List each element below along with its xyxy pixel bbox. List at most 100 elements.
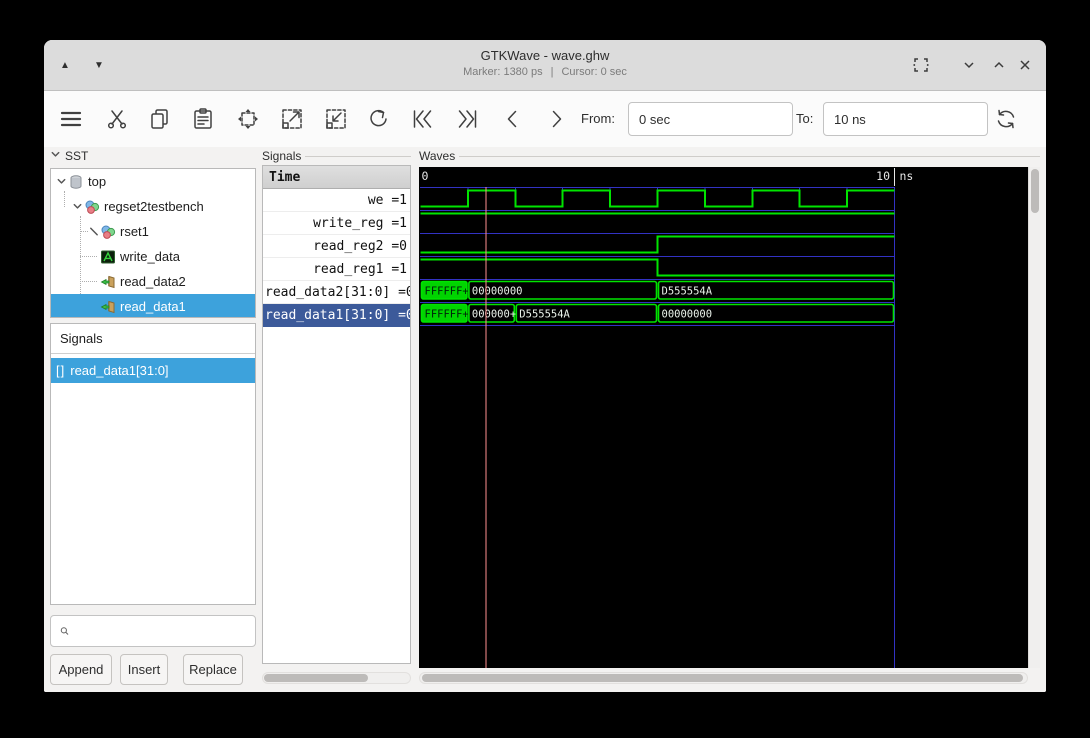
undo-icon[interactable] bbox=[367, 107, 391, 131]
vector-value-label: D555554A bbox=[519, 309, 570, 321]
signals-frame-label: Signals bbox=[262, 149, 301, 163]
vector-value-label: FFFFFF+ bbox=[425, 286, 469, 298]
tree-item-label: regset2testbench bbox=[104, 199, 204, 214]
bit-trace-we bbox=[421, 191, 895, 207]
waves-vertical-scrollbar[interactable] bbox=[1028, 167, 1040, 668]
signal-row-read_data1[31:0][interactable]: read_data1[31:0] =00000000 bbox=[263, 304, 410, 327]
tree-item-label: read_data1 bbox=[120, 299, 186, 314]
paned-splitter-right[interactable] bbox=[412, 149, 416, 687]
signals-box-header: Signals bbox=[51, 324, 255, 354]
reload-icon[interactable] bbox=[994, 107, 1018, 131]
paste-icon[interactable] bbox=[191, 107, 215, 131]
shade-up-icon[interactable] bbox=[990, 56, 1008, 74]
copy-icon[interactable] bbox=[148, 107, 172, 131]
tree-item-label: top bbox=[88, 174, 106, 189]
search-icon bbox=[60, 624, 69, 638]
signal-list-label: read_data1[31:0] bbox=[70, 363, 168, 378]
tree-item-label: write_data bbox=[120, 249, 180, 264]
waves-pane: Waves 010nsFFFFFF+00000000D555554AFFFFFF… bbox=[417, 148, 1040, 688]
signal-row-read_reg1[interactable]: read_reg1 =1 bbox=[263, 258, 410, 281]
to-input[interactable] bbox=[823, 102, 988, 136]
signal-search-box[interactable] bbox=[50, 615, 256, 647]
vector-value-label: D555554A bbox=[662, 286, 713, 298]
tree-item-top[interactable]: top bbox=[51, 169, 255, 194]
menu-icon[interactable] bbox=[59, 107, 83, 131]
vector-value-label: FFFFFF+ bbox=[425, 309, 469, 321]
signal-name-list: Time we =1write_reg =1read_reg2 =0read_r… bbox=[262, 165, 411, 664]
search-input[interactable] bbox=[75, 615, 255, 647]
tree-item-label: read_data2 bbox=[120, 274, 186, 289]
waveform-canvas[interactable]: 010nsFFFFFF+00000000D555554AFFFFFF+00000… bbox=[419, 167, 1028, 668]
replace-button[interactable]: Replace bbox=[183, 654, 243, 685]
signals-pane: Signals Time we =1write_reg =1read_reg2 … bbox=[262, 148, 411, 688]
cut-icon[interactable] bbox=[105, 107, 129, 131]
zoom-fit-icon[interactable] bbox=[236, 107, 260, 131]
waves-frame-label: Waves bbox=[419, 149, 455, 163]
svg-text:ns: ns bbox=[900, 169, 914, 183]
signal-name: read_data1[31:0] bbox=[265, 308, 398, 323]
module-icon bbox=[84, 199, 101, 215]
prev-edge-icon[interactable] bbox=[501, 107, 525, 131]
marker-status: Marker: 1380 ps bbox=[463, 66, 542, 78]
sst-panel: SST top regset2testbench rset1 write_datare… bbox=[50, 148, 256, 688]
signal-name: write_reg bbox=[313, 216, 391, 231]
gtkwave-window: ▲ ▼ GTKWave - wave.ghw Marker: 1380 ps|C… bbox=[44, 40, 1046, 692]
waves-horizontal-scrollbar[interactable] bbox=[419, 672, 1028, 684]
from-input[interactable] bbox=[628, 102, 793, 136]
signal-row-we[interactable]: we =1 bbox=[263, 189, 410, 212]
tree-item-write_data[interactable]: write_data bbox=[51, 244, 255, 269]
toolbar: From: To: bbox=[44, 91, 1046, 148]
signal-list-item[interactable]: []read_data1[31:0] bbox=[51, 358, 255, 383]
matrix-icon bbox=[100, 249, 117, 265]
tree-item-read_data1[interactable]: read_data1 bbox=[51, 294, 255, 318]
close-icon[interactable] bbox=[1016, 56, 1034, 74]
titlebar[interactable]: ▲ ▼ GTKWave - wave.ghw Marker: 1380 ps|C… bbox=[44, 40, 1046, 91]
cursor-status: Cursor: 0 sec bbox=[561, 66, 626, 78]
signals-scrollbar-thumb[interactable] bbox=[264, 674, 368, 682]
tree-item-label: rset1 bbox=[120, 224, 149, 239]
subtitle-separator: | bbox=[551, 66, 554, 78]
paned-splitter-left[interactable] bbox=[257, 149, 261, 687]
port-out-icon bbox=[100, 299, 117, 315]
waves-vscrollbar-thumb[interactable] bbox=[1031, 169, 1039, 213]
jump-end-icon[interactable] bbox=[455, 107, 479, 131]
signal-row-read_reg2[interactable]: read_reg2 =0 bbox=[263, 235, 410, 258]
signal-name: read_data2[31:0] bbox=[265, 285, 398, 300]
bit-trace-read_reg2 bbox=[421, 237, 895, 253]
chevron-right-icon[interactable] bbox=[87, 226, 100, 237]
chevron-down-icon[interactable] bbox=[55, 176, 68, 187]
signal-row-write_reg[interactable]: write_reg =1 bbox=[263, 212, 410, 235]
to-label: To: bbox=[796, 111, 813, 126]
chevron-down-icon[interactable] bbox=[71, 201, 84, 212]
database-icon bbox=[68, 174, 85, 190]
tree-item-read_data2[interactable]: read_data2 bbox=[51, 269, 255, 294]
signals-horizontal-scrollbar[interactable] bbox=[262, 672, 411, 684]
window-subtitle: Marker: 1380 ps | Cursor: 0 sec bbox=[44, 66, 1046, 78]
signal-name: read_reg1 bbox=[313, 262, 391, 277]
sst-expander[interactable]: SST bbox=[50, 148, 88, 164]
signal-value: =1 bbox=[391, 193, 407, 208]
next-edge-icon[interactable] bbox=[544, 107, 568, 131]
append-button[interactable]: Append bbox=[50, 654, 112, 685]
insert-button[interactable]: Insert bbox=[120, 654, 168, 685]
jump-start-icon[interactable] bbox=[411, 107, 435, 131]
bit-trace-read_reg1 bbox=[421, 260, 895, 276]
svg-text:0: 0 bbox=[422, 169, 429, 183]
waveform-svg: 010nsFFFFFF+00000000D555554AFFFFFF+00000… bbox=[419, 167, 1028, 668]
signal-name: read_reg2 bbox=[313, 239, 391, 254]
zoom-out-icon[interactable] bbox=[324, 107, 348, 131]
tree-item-rset1[interactable]: rset1 bbox=[51, 219, 255, 244]
vector-value-label: 00000000 bbox=[662, 309, 713, 321]
time-header[interactable]: Time bbox=[263, 166, 410, 189]
waves-scrollbar-thumb[interactable] bbox=[422, 674, 1023, 682]
signal-row-read_data2[31:0][interactable]: read_data2[31:0] =00000000 bbox=[263, 281, 410, 304]
shade-down-icon[interactable] bbox=[960, 56, 978, 74]
tree-item-regset2testbench[interactable]: regset2testbench bbox=[51, 194, 255, 219]
signal-value: =0 bbox=[391, 239, 407, 254]
fit-window-icon[interactable] bbox=[912, 56, 930, 74]
zoom-in-icon[interactable] bbox=[280, 107, 304, 131]
port-out-icon bbox=[100, 274, 117, 290]
signal-value: =00000000 bbox=[398, 308, 410, 323]
signal-search-results: Signals []read_data1[31:0] bbox=[50, 323, 256, 605]
desktop-background: { "window": { "title": "GTKWave - wave.g… bbox=[0, 0, 1090, 738]
